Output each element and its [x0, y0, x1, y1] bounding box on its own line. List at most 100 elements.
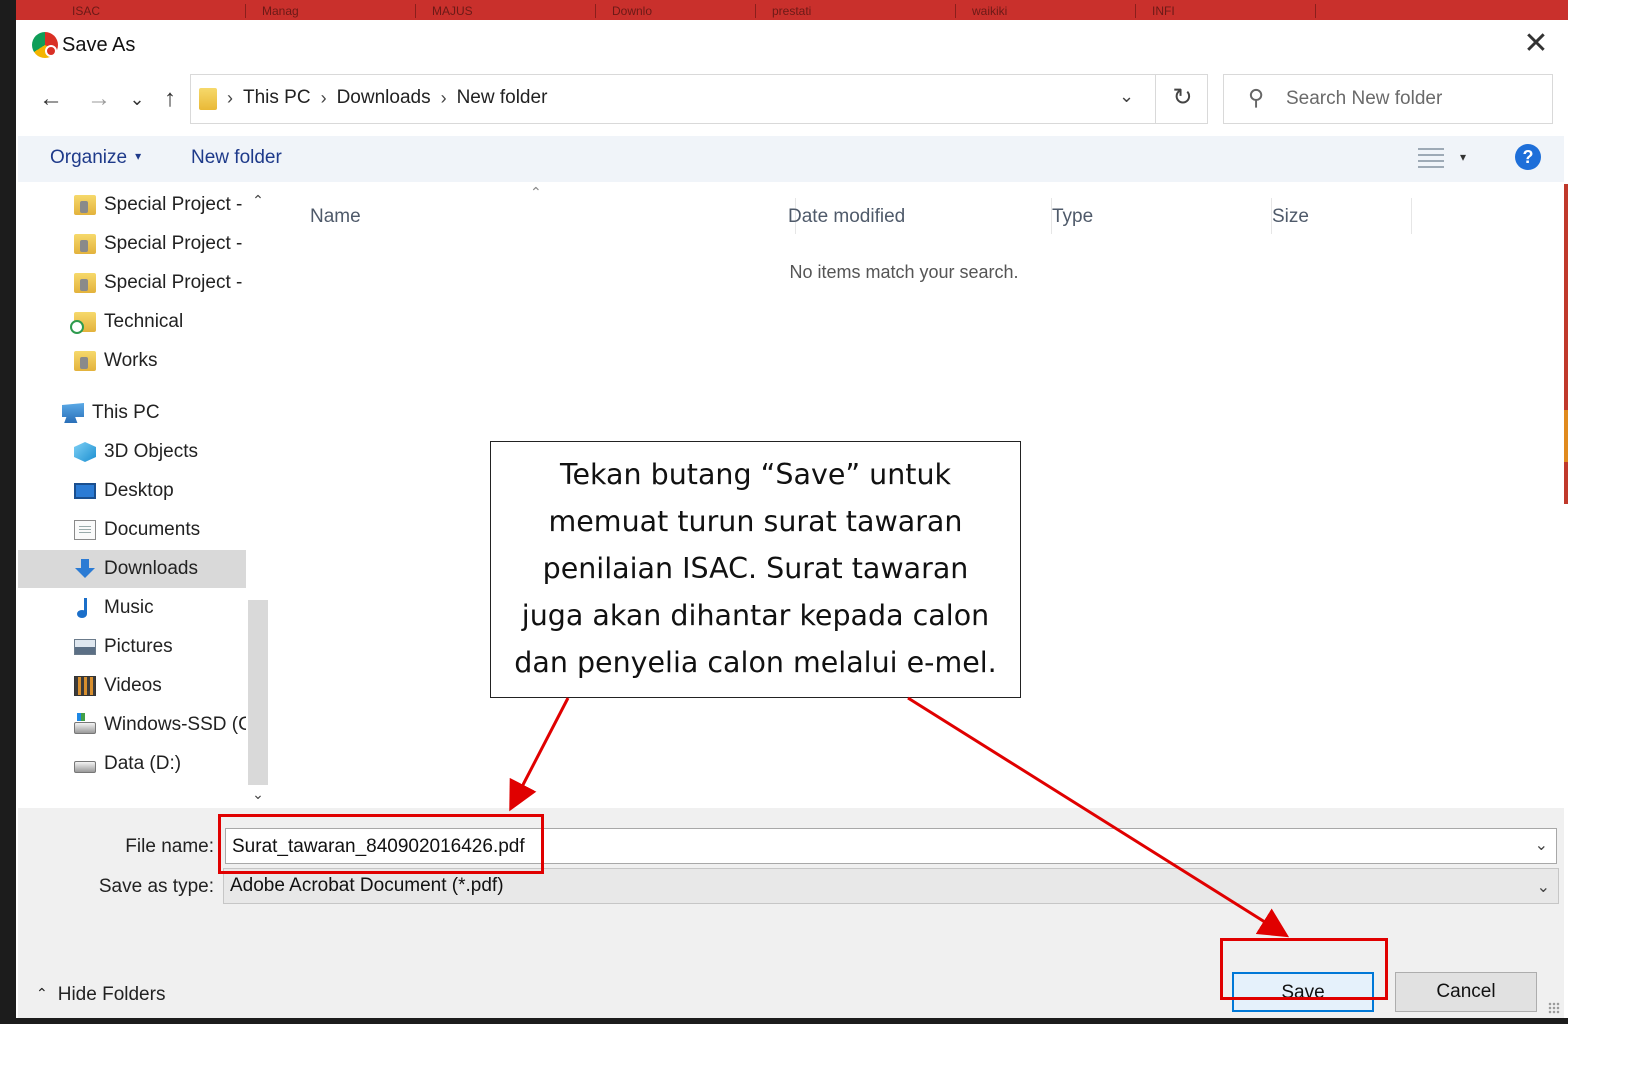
folder-icon [199, 88, 217, 110]
nav-pane-item-label: Works [104, 350, 158, 371]
resize-grip[interactable] [1548, 1002, 1560, 1014]
folder-icon [74, 234, 96, 254]
breadcrumb-item[interactable]: This PC [243, 87, 311, 109]
nav-pane-item-label: Special Project - [104, 272, 243, 293]
callout-text-line: penilaian ISAC. Surat tawaran [542, 552, 969, 585]
drive-icon [74, 713, 96, 734]
callout-text-line: juga akan dihantar kepada calon [521, 599, 990, 632]
background-tab: Manag [246, 4, 416, 18]
file-name-label: File name: [125, 836, 214, 857]
navigation-pane: Special Project - Special Project - Specia… [18, 184, 246, 808]
breadcrumb-item[interactable]: New folder [457, 87, 548, 109]
close-button[interactable]: ✕ [1518, 28, 1554, 62]
caret-down-icon: ▾ [135, 149, 142, 163]
desktop-icon [74, 483, 96, 499]
folder-icon [74, 195, 96, 215]
view-options-dropdown[interactable]: ▾ [1460, 150, 1466, 164]
breadcrumb: › This PC › Downloads › New folder [227, 87, 547, 109]
documents-icon [74, 520, 96, 540]
nav-pane-item-label: Special Project - [104, 233, 243, 254]
callout-text-line: memuat turun surat tawaran [548, 505, 963, 538]
drive-icon [74, 761, 96, 773]
nav-pane-item[interactable]: Videos [18, 667, 246, 705]
navigation-row: ← → ⌄ ↑ › This PC › Downloads › New fold… [18, 72, 1564, 128]
search-input[interactable] [1286, 85, 1536, 113]
column-header-name[interactable]: Name [310, 198, 796, 234]
column-header-date-modified[interactable]: Date modified [788, 198, 1052, 234]
background-tab: INFI [1136, 4, 1316, 18]
synced-folder-icon [70, 312, 96, 334]
instruction-callout: Tekan butang “Save” untuk memuat turun su… [490, 441, 1021, 698]
nav-pane-item[interactable]: Downloads [18, 550, 246, 588]
dialog-title: Save As [62, 34, 136, 56]
empty-message-text: No items match your search. [789, 262, 1019, 282]
nav-pane-item-label: Music [104, 597, 154, 618]
column-header-type[interactable]: Type [1052, 198, 1272, 234]
callout-text-line: dan penyelia calon melalui e-mel. [514, 646, 997, 679]
chevron-right-icon: › [227, 87, 233, 108]
save-button-highlight-box [1220, 938, 1388, 1000]
background-tab-label: prestati [772, 4, 812, 18]
search-icon: ⚲ [1248, 85, 1265, 110]
nav-pane-item[interactable]: Documents [18, 511, 246, 549]
nav-pane-item-label: Windows-SSD (C [104, 714, 246, 735]
view-options-icon[interactable] [1418, 148, 1444, 170]
app-badge-icon [45, 45, 57, 57]
nav-pane-item-label: This PC [92, 402, 160, 423]
chevron-down-icon[interactable]: ⌄ [1535, 835, 1548, 855]
nav-pane-item-label: Videos [104, 675, 162, 696]
address-dropdown-button[interactable]: ⌄ [1119, 86, 1134, 107]
save-as-type-value: Adobe Acrobat Document (*.pdf) [230, 875, 504, 896]
chevron-right-icon: › [440, 87, 447, 108]
breadcrumb-item[interactable]: Downloads [337, 87, 431, 109]
videos-icon [74, 676, 96, 696]
nav-pane-item[interactable]: Works [18, 342, 246, 380]
nav-pane-item[interactable]: Special Project - [18, 225, 246, 263]
background-tab: waikiki [956, 4, 1136, 18]
forward-button[interactable]: → [84, 84, 114, 114]
background-tab-label: ISAC [72, 4, 101, 18]
up-button[interactable]: ↑ [155, 84, 185, 114]
nav-pane-item[interactable]: This PC [18, 394, 246, 432]
folder-icon [74, 273, 96, 293]
search-box[interactable]: ⚲ [1223, 74, 1553, 124]
background-tab: prestati [756, 4, 956, 18]
nav-pane-item[interactable]: Special Project - [18, 186, 246, 224]
background-tab: ISAC [56, 4, 246, 18]
nav-pane-item[interactable]: Technical [18, 303, 246, 341]
nav-pane-scroll-thumb[interactable] [248, 600, 268, 785]
hide-folders-label: Hide Folders [57, 984, 166, 1005]
nav-pane-item[interactable]: Desktop [18, 472, 246, 510]
cancel-button[interactable]: Cancel [1395, 972, 1537, 1012]
background-tab-label: Manag [262, 4, 299, 18]
back-button[interactable]: ← [36, 84, 66, 114]
nav-pane-item-label: Desktop [104, 480, 174, 501]
nav-pane-item-label: Technical [104, 311, 184, 332]
scroll-up-button[interactable]: ⌃ [248, 190, 268, 210]
nav-pane-item-label: Special Project - [104, 194, 243, 215]
nav-pane-item[interactable]: Music [18, 589, 246, 627]
nav-pane-item[interactable]: Windows-SSD (C [18, 706, 246, 744]
music-icon [74, 598, 96, 618]
chrome-app-icon [32, 32, 58, 58]
chevron-right-icon: › [320, 87, 327, 108]
organize-button[interactable]: Organize ▾ [50, 147, 141, 169]
column-header-size[interactable]: Size [1272, 198, 1412, 234]
cube-icon [74, 442, 96, 462]
caret-up-icon: ⌃ [36, 985, 48, 1001]
refresh-button[interactable]: ↻ [1155, 75, 1209, 123]
nav-pane-item[interactable]: Pictures [18, 628, 246, 666]
new-folder-button[interactable]: New folder [191, 147, 282, 169]
hide-folders-button[interactable]: ⌃ Hide Folders [36, 984, 165, 1006]
scroll-down-button[interactable]: ⌄ [248, 784, 268, 804]
address-bar[interactable]: › This PC › Downloads › New folder ⌄ ↻ [190, 74, 1208, 124]
file-name-highlight-box [218, 814, 544, 874]
help-button[interactable]: ? [1515, 144, 1541, 170]
this-pc-icon [62, 403, 84, 423]
screen-frame-left [0, 0, 16, 1024]
background-tab: MAJUS [416, 4, 596, 18]
nav-pane-item[interactable]: Data (D:) [18, 745, 246, 783]
recent-locations-button[interactable]: ⌄ [122, 84, 152, 114]
nav-pane-item[interactable]: 3D Objects [18, 433, 246, 471]
nav-pane-item[interactable]: Special Project - [18, 264, 246, 302]
